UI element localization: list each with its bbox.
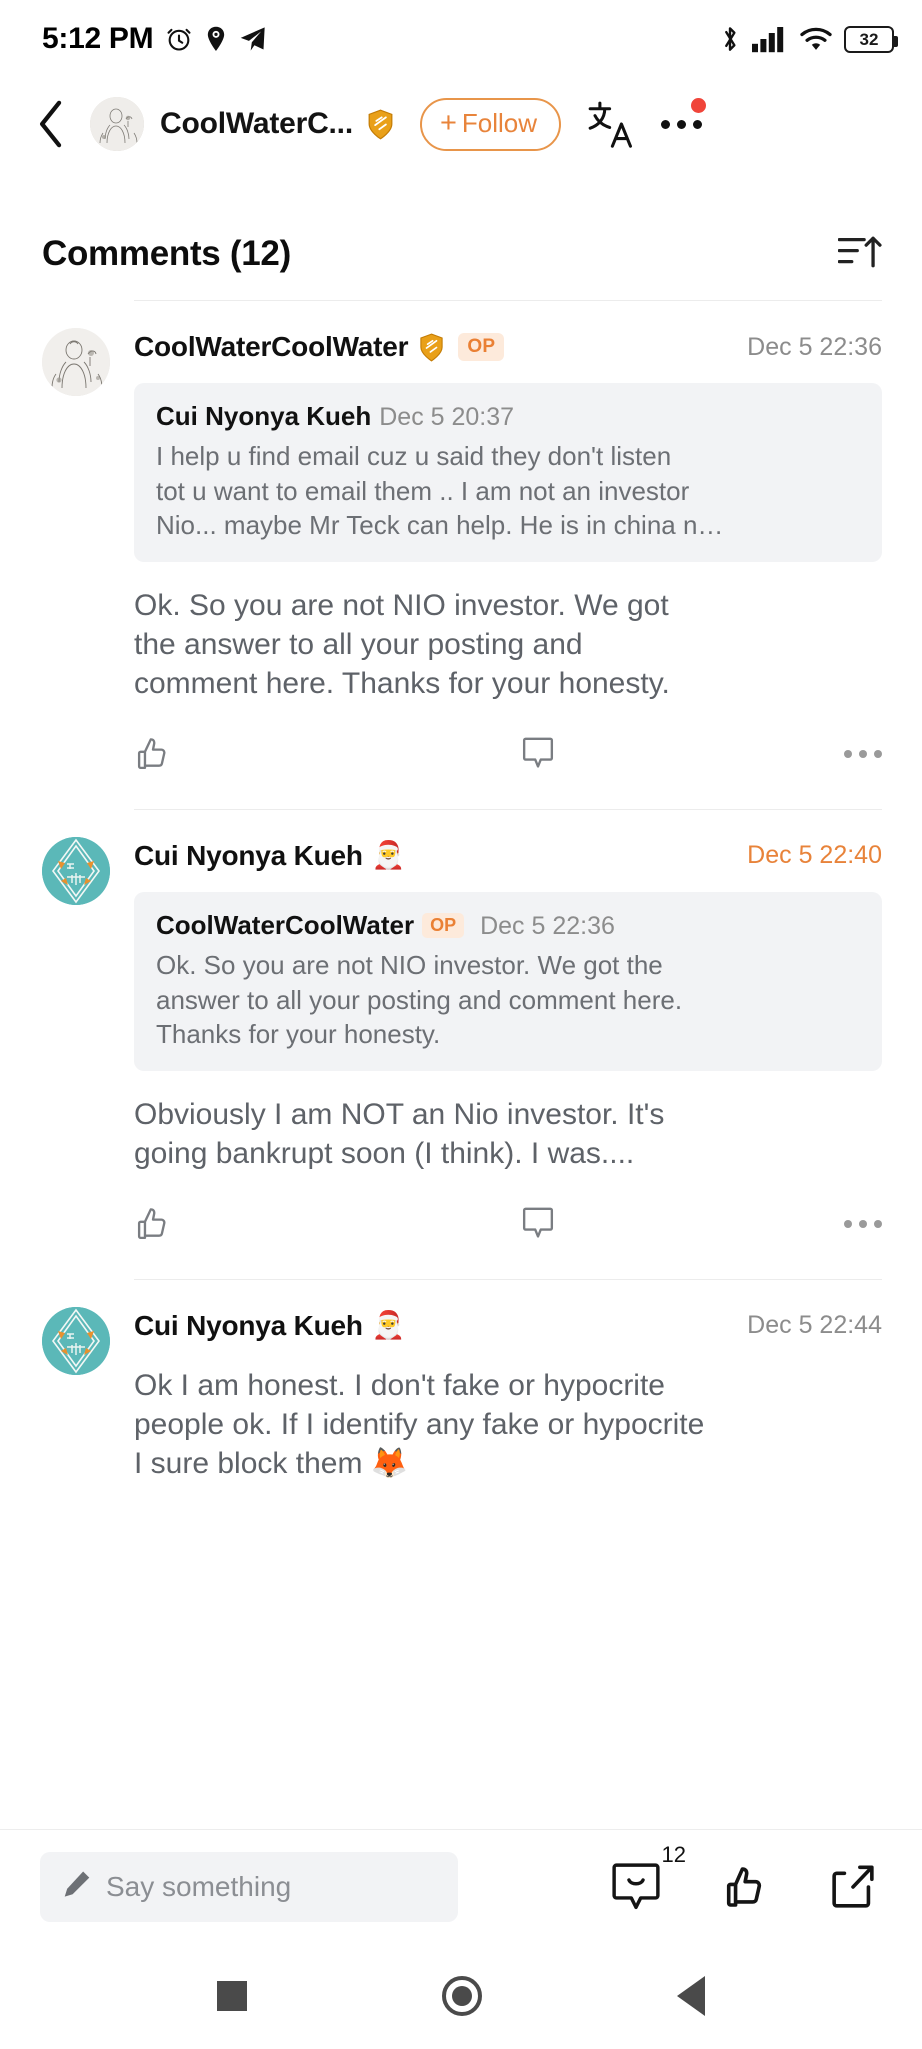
quoted-body: I help u find email cuz u said they don'… <box>156 441 724 541</box>
like-button[interactable] <box>134 1205 304 1243</box>
op-badge: OP <box>458 333 505 361</box>
comment-body: CoolWaterCoolWater OP Dec 5 22:36 Cui Ny… <box>134 300 882 809</box>
quoted-author: CoolWaterCoolWater <box>156 909 415 940</box>
follow-plus-icon: + <box>439 106 457 139</box>
pencil-icon <box>62 1869 92 1904</box>
reply-button[interactable] <box>304 1206 772 1242</box>
comment-header: Cui Nyonya Kueh 🎅 Dec 5 22:44 <box>134 1310 882 1342</box>
comment-timestamp: Dec 5 22:44 <box>747 1311 882 1340</box>
say-something-placeholder: Say something <box>106 1870 292 1902</box>
say-something-input[interactable]: Say something <box>40 1851 458 1922</box>
channel-name[interactable]: CoolWaterC... <box>160 107 353 141</box>
notification-dot <box>691 97 707 113</box>
comment-body: Cui Nyonya Kueh 🎅 Dec 5 22:40 CoolWaterC… <box>134 808 882 1279</box>
comments-list: CoolWaterCoolWater OP Dec 5 22:36 Cui Ny… <box>0 300 922 1829</box>
comment-actions <box>134 1205 882 1273</box>
reply-button[interactable] <box>304 736 772 772</box>
more-options-button[interactable] <box>661 97 707 135</box>
quoted-timestamp: Dec 5 20:37 <box>379 403 515 431</box>
channel-avatar[interactable] <box>90 97 144 151</box>
home-button[interactable] <box>441 1976 482 2016</box>
status-bar-left: 5:12 PM <box>42 22 267 56</box>
comment-header: CoolWaterCoolWater OP Dec 5 22:36 <box>134 331 882 363</box>
top-nav-bar: CoolWaterC... + Follow <box>0 78 922 170</box>
avatar-column <box>42 809 112 1279</box>
quoted-timestamp: Dec 5 22:36 <box>480 911 615 940</box>
avatar[interactable] <box>42 1306 110 1375</box>
quoted-op-badge: OP <box>422 912 465 938</box>
comments-header: Comments (12) <box>0 208 922 300</box>
comment-body: Cui Nyonya Kueh 🎅 Dec 5 22:44 Ok I am ho… <box>134 1278 882 1489</box>
bottom-action-bar: Say something 12 <box>0 1829 922 1943</box>
shield-check-icon <box>367 109 394 140</box>
santa-emoji-icon: 🎅 <box>371 840 406 871</box>
translate-icon[interactable] <box>587 99 635 149</box>
location-pin-icon <box>205 25 227 53</box>
share-button[interactable] <box>830 1863 876 1911</box>
comment-text: Obviously I am NOT an Nio investor. It's… <box>134 1097 665 1170</box>
avatar-column <box>42 1279 112 1489</box>
status-bar-right: 32 <box>719 24 898 54</box>
quoted-author: Cui Nyonya Kueh <box>156 401 372 431</box>
battery-level: 32 <box>859 29 879 49</box>
telegram-send-icon <box>239 26 267 52</box>
avatar[interactable] <box>42 836 110 905</box>
quoted-comment[interactable]: Cui Nyonya Kueh Dec 5 20:37 I help u find… <box>134 383 882 562</box>
comment-header: Cui Nyonya Kueh 🎅 Dec 5 22:40 <box>134 840 882 872</box>
comment-count-badge: 12 <box>661 1841 686 1867</box>
comment-actions <box>134 735 882 803</box>
comment-text: Ok. So you are not NIO investor. We got … <box>134 588 670 700</box>
like-button[interactable] <box>134 735 304 773</box>
comment-item[interactable]: Cui Nyonya Kueh 🎅 Dec 5 22:40 CoolWaterC… <box>0 808 922 1279</box>
comment-timestamp: Dec 5 22:40 <box>747 841 882 870</box>
bottom-bar-icons: 12 <box>612 1842 884 1912</box>
comment-author[interactable]: Cui Nyonya Kueh <box>134 840 363 872</box>
comments-title: Comments (12) <box>42 234 291 273</box>
back-nav-button[interactable] <box>676 1976 705 2016</box>
phone-screen: 5:12 PM 32 CoolWaterC... + Follow Commen… <box>0 0 922 2049</box>
comments-button[interactable]: 12 <box>612 1842 686 1912</box>
quoted-body: Ok. So you are not NIO investor. We got … <box>156 950 683 1050</box>
comment-text: Ok I am honest. I don't fake or hypocrit… <box>134 1368 705 1480</box>
android-nav-bar <box>0 1943 922 2049</box>
comment-author[interactable]: Cui Nyonya Kueh <box>134 1310 363 1342</box>
recents-button[interactable] <box>217 1981 248 2011</box>
avatar[interactable] <box>42 328 110 396</box>
battery-icon: 32 <box>844 25 898 53</box>
quoted-header: Cui Nyonya Kueh Dec 5 20:37 <box>156 400 862 433</box>
like-button[interactable] <box>722 1863 768 1911</box>
comment-more-button[interactable] <box>772 1219 882 1228</box>
follow-button[interactable]: + Follow <box>419 97 562 151</box>
santa-emoji-icon: 🎅 <box>371 1310 406 1341</box>
bluetooth-icon <box>719 24 741 54</box>
avatar-column <box>42 300 112 809</box>
cellular-signal-icon <box>752 25 788 53</box>
status-bar: 5:12 PM 32 <box>0 0 922 78</box>
more-horizontal-icon <box>661 119 703 129</box>
comment-more-button[interactable] <box>772 749 882 758</box>
comment-author[interactable]: CoolWaterCoolWater <box>134 331 409 363</box>
follow-label: Follow <box>461 108 538 138</box>
sort-ascending-icon[interactable] <box>837 232 882 277</box>
quoted-header: CoolWaterCoolWater OP Dec 5 22:36 <box>156 909 862 942</box>
alarm-icon <box>165 25 193 53</box>
wifi-icon <box>799 25 833 53</box>
quoted-comment[interactable]: CoolWaterCoolWater OP Dec 5 22:36 Ok. So y… <box>134 891 882 1071</box>
more-horizontal-icon <box>844 1219 882 1228</box>
comment-timestamp: Dec 5 22:36 <box>747 332 882 361</box>
back-button[interactable] <box>26 100 78 148</box>
more-horizontal-icon <box>844 749 882 758</box>
status-time: 5:12 PM <box>42 22 154 55</box>
shield-check-icon <box>419 333 444 362</box>
comment-item[interactable]: CoolWaterCoolWater OP Dec 5 22:36 Cui Ny… <box>0 300 922 809</box>
comment-item[interactable]: Cui Nyonya Kueh 🎅 Dec 5 22:44 Ok I am ho… <box>0 1278 922 1489</box>
